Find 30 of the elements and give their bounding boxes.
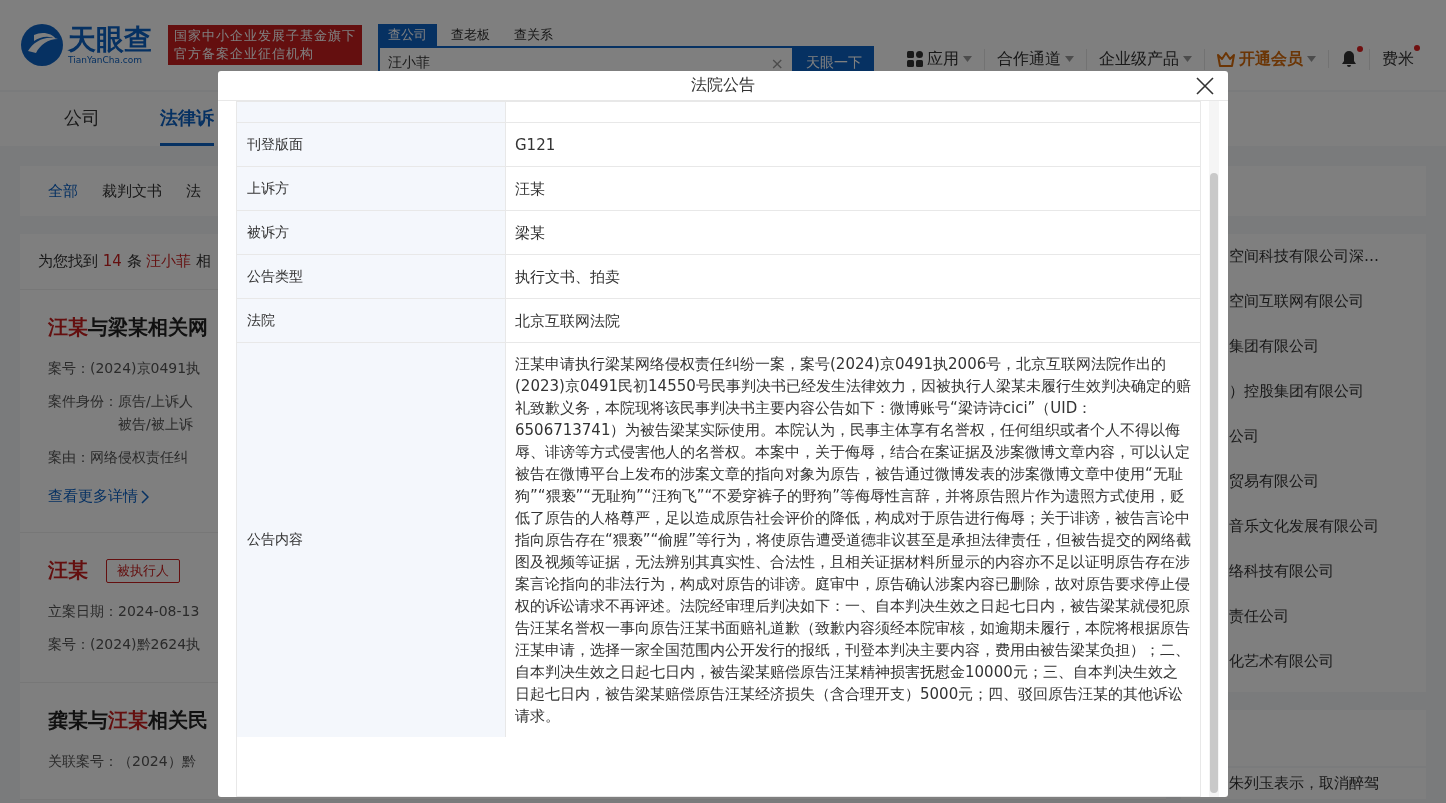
field-value: (2024)黔2624执 <box>90 635 201 654</box>
field-value: 2024-08-13 <box>118 602 200 621</box>
row-value: 汪某申请执行梁某网络侵权责任纠纷一案，案号(2024)京0491执2006号，北京互联网法院作出的(2023)京0491民初14550号民事判决书已经发生法律效力，因被执行人梁某未履行生效判决确定的赔礼致歉义务，本院现将该民事判决书主要内容公告如下：微博账号“梁诗诗cici”（UID：6506713741）为被告梁某实际使用。本院认为，民事主体享有名誉权，任何组织或者个人不得以侮辱、诽谤等方式侵害他人的名誉权。本案中，关于侮辱，结合在案证据及涉案微博文章内容，可以认定被告在微博平台上发布的涉案文章的指向对象为原告，被告通过微博发表的涉案微博文章中使用“无耻狗”“猥亵”“无耻狗”“汪狗飞”“不爱穿裤子的野狗”等侮辱性言辞，并将原告照片作为遗照方式使用，贬低了原告的人格尊严，足以造成原告社会评价的降低，构成对于原告进行侮辱；关于诽谤，被告言论中指向原告存在“猥亵”“偷腥”等行为，将使原告遭受道德非议甚至是承担法律责任，但被告提交的网络截图及视频等证据，无法辨别其真实性、合法性，且相关证据材料所显示的内容亦不足以证明原告存在涉案言论指向的非法行为，构成对原告的诽谤。庭审中，原告确认涉案内容已删除，故对原告要求停止侵权的诉讼请求不再评述。法院经审理后判决如下：一、自本判决生效之日起七日内，被告梁某就侵犯原告汪某名誉权一事向原告汪某书面赔礼道歉（致歉内容须经本院审核，如逾期未履行，本院将根据原告汪某申请，选择一家全国范围内公开发行的报纸，刊登本判决主要内容，费用由被告梁某负担）；二、自本判决生效之日起七日内，被告梁某赔偿原告汪某精神损害抚慰金10000元；三、自本判决生效之日起七日内，被告梁某赔偿原告汪某经济损失（含合理开支）5000元；四、驳回原告汪某的其他诉讼请求。 <box>515 354 1192 727</box>
field-value: (2024)京0491执 <box>90 359 201 378</box>
field-label: 案件身份： <box>48 392 118 411</box>
field-value: 原告/上诉人 <box>118 392 193 411</box>
row-value: 梁某 <box>515 222 545 244</box>
row-label: 公告类型 <box>247 267 303 286</box>
field-value: （2024）黔 <box>118 752 196 771</box>
status-tag: 被执行人 <box>106 558 180 583</box>
logo-name: 天眼查 <box>68 25 152 55</box>
row-value: 执行文书、拍卖 <box>515 266 620 288</box>
row-label: 公告内容 <box>247 531 303 549</box>
field-label: 关联案号： <box>48 752 118 771</box>
field-label: 案号： <box>48 635 90 654</box>
row-value: 北京互联网法院 <box>515 310 620 332</box>
certification-badge: 国家中小企业发展子基金旗下 官方备案企业征信机构 <box>168 25 362 65</box>
field-value: 被告/被上诉 <box>118 415 193 434</box>
row-value: 汪某 <box>515 178 545 200</box>
results-summary: 为您找到 14 条 汪小菲 相 <box>38 252 212 271</box>
row-label: 上诉方 <box>247 179 289 198</box>
field-label: 案号： <box>48 359 90 378</box>
field-value: 网络侵权责任纠 <box>90 448 188 467</box>
row-label: 法院 <box>247 311 275 330</box>
field-label: 案由： <box>48 448 90 467</box>
field-label: 立案日期： <box>48 602 118 621</box>
logo-domain: TianYanCha.com <box>68 55 143 65</box>
row-label: 被诉方 <box>247 223 289 242</box>
row-value: G121 <box>515 134 556 156</box>
row-label: 刊登版面 <box>247 135 303 154</box>
